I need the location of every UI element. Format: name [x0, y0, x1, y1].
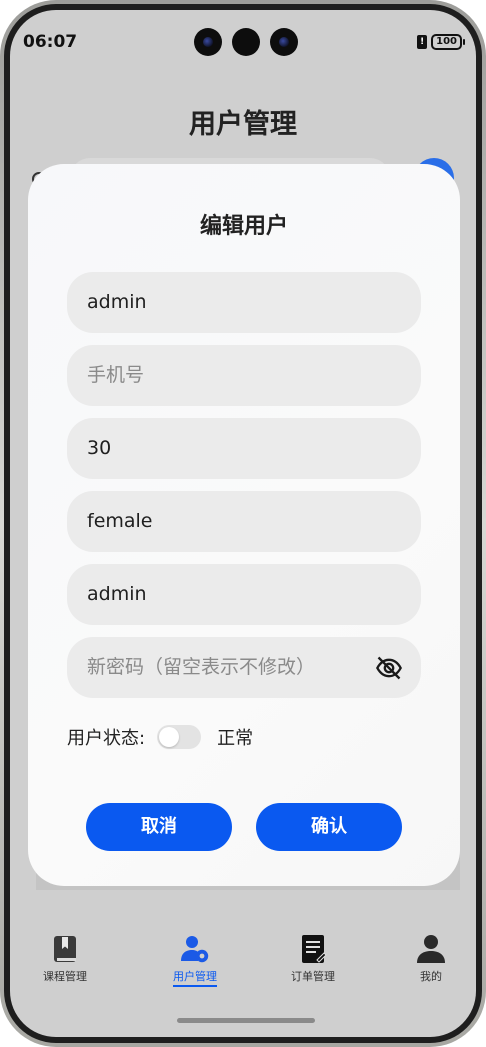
tab-course-management[interactable]: 课程管理	[10, 934, 120, 984]
dialog-title: 编辑用户	[199, 214, 288, 239]
book-icon	[54, 936, 76, 962]
tab-label: 我的	[420, 970, 442, 983]
tab-order-management[interactable]: 订单管理	[258, 934, 368, 984]
cancel-button[interactable]: 取消	[86, 803, 232, 851]
password-field[interactable]: 新密码（留空表示不修改）	[67, 637, 421, 698]
device-frame: 06:07 ! 100 用户管理 编辑用户 admin 手机号 30 femal…	[0, 0, 486, 1047]
user-status-value: 正常	[217, 728, 254, 749]
user-status-row: 用户状态: 正常	[67, 724, 253, 750]
role-field[interactable]: admin	[67, 564, 421, 625]
username-field[interactable]: admin	[67, 272, 421, 333]
age-field[interactable]: 30	[67, 418, 421, 479]
gender-field[interactable]: female	[67, 491, 421, 552]
tab-label: 课程管理	[43, 970, 87, 983]
phone-placeholder: 手机号	[87, 364, 145, 386]
edit-user-dialog: 编辑用户 admin 手机号 30 female admin 新密码（留空表示不…	[28, 164, 460, 886]
battery-icon: 100	[431, 34, 465, 50]
camera-icon	[270, 28, 298, 56]
confirm-button[interactable]: 确认	[256, 803, 402, 851]
role-value: admin	[87, 583, 147, 605]
status-indicators: ! 100	[417, 34, 465, 50]
screen: 06:07 ! 100 用户管理 编辑用户 admin 手机号 30 femal…	[10, 10, 476, 1037]
password-placeholder: 新密码（留空表示不修改）	[87, 656, 316, 678]
username-value: admin	[87, 291, 147, 313]
tab-label: 用户管理	[173, 968, 217, 987]
document-icon	[302, 935, 327, 963]
user-status-label: 用户状态:	[67, 728, 146, 749]
user-settings-icon	[181, 936, 209, 963]
toggle-knob	[159, 727, 180, 747]
user-status-toggle[interactable]	[157, 725, 202, 749]
bottom-tab-bar: 课程管理 用户管理 订单管理 我的	[10, 934, 476, 1004]
tab-label: 订单管理	[291, 970, 335, 983]
device-bezel: 06:07 ! 100 用户管理 编辑用户 admin 手机号 30 femal…	[4, 4, 482, 1043]
camera-icon	[194, 28, 222, 56]
home-indicator[interactable]	[177, 1018, 315, 1023]
age-value: 30	[87, 437, 112, 459]
eye-off-icon[interactable]	[375, 654, 403, 682]
phone-field[interactable]: 手机号	[67, 345, 421, 406]
person-icon	[417, 935, 445, 963]
tab-user-management[interactable]: 用户管理	[140, 934, 250, 987]
sim-alert-icon: !	[417, 35, 428, 49]
status-time: 06:07	[23, 32, 78, 52]
gender-value: female	[87, 510, 153, 532]
camera-icon	[232, 28, 260, 56]
page-title: 用户管理	[189, 109, 297, 140]
tab-mine[interactable]: 我的	[376, 934, 476, 984]
